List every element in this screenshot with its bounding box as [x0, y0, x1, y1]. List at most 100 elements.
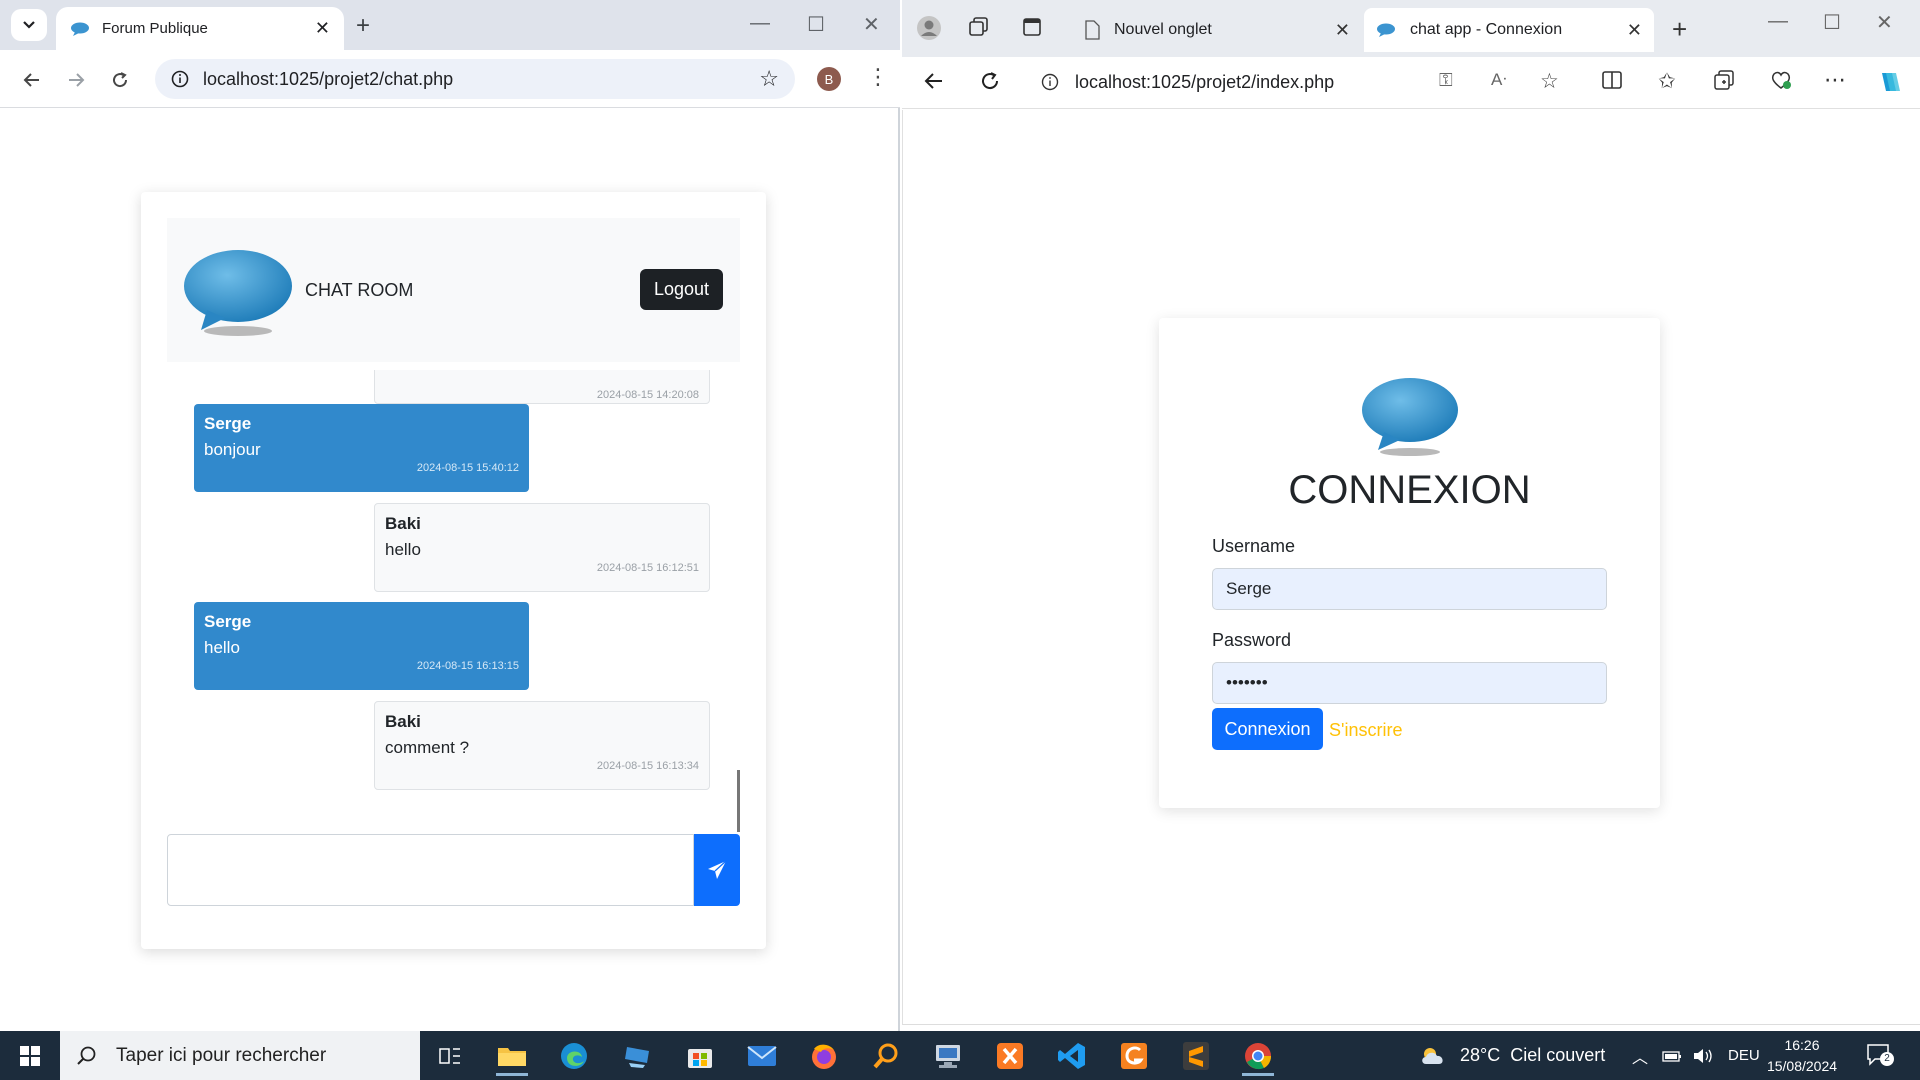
sublime-text-icon[interactable] [1172, 1035, 1220, 1076]
weather-temperature: 28°C [1460, 1045, 1501, 1065]
new-tab-button[interactable]: + [356, 12, 370, 40]
more-options-icon[interactable]: ⋯ [1824, 67, 1846, 93]
chevron-up-icon[interactable]: ︿ [1632, 1044, 1648, 1068]
url-text: localhost:1025/projet2/chat.php [203, 68, 454, 89]
reload-icon [113, 72, 128, 88]
message-text: hello [385, 540, 421, 559]
page-icon [1085, 20, 1100, 40]
password-key-icon[interactable]: ⚿ [1439, 70, 1453, 91]
paper-plane-icon [708, 860, 727, 879]
network-tool-icon[interactable] [924, 1035, 972, 1076]
message-partial: 2024-08-15 14:20:08 [374, 370, 710, 404]
tab-search-button[interactable] [11, 9, 47, 41]
chrome-toolbar: localhost:1025/projet2/chat.php ☆ B ⋮ [0, 50, 900, 108]
vscode-icon[interactable] [1048, 1035, 1096, 1076]
message-text: comment ? [385, 738, 470, 757]
close-tab-icon[interactable]: ✕ [1335, 20, 1350, 41]
remote-desktop-icon[interactable] [614, 1035, 662, 1076]
copilot-icon[interactable] [1876, 69, 1902, 101]
notification-count: 2 [1880, 1052, 1894, 1066]
back-button[interactable] [924, 71, 944, 97]
close-window-button[interactable]: ✕ [863, 12, 880, 37]
weather-widget[interactable]: 28°C Ciel couvert [1418, 1031, 1605, 1080]
arrow-left-icon [924, 73, 942, 89]
reload-button[interactable] [980, 71, 1000, 97]
address-bar[interactable]: localhost:1025/projet2/index.php [1029, 62, 1469, 102]
profile-avatar[interactable]: B [817, 67, 841, 91]
windows-logo-icon [20, 1045, 40, 1066]
message-author: Baki [385, 712, 421, 731]
tab-forum-publique[interactable]: Forum Publique ✕ [56, 7, 344, 50]
connexion-button[interactable]: Connexion [1212, 708, 1323, 750]
collections-icon[interactable] [1714, 70, 1734, 96]
search-placeholder: Taper ici pour rechercher [116, 1044, 327, 1066]
username-field[interactable] [1212, 568, 1607, 610]
password-label: Password [1212, 630, 1292, 650]
clock[interactable]: 16:26 15/08/2024 [1760, 1035, 1844, 1077]
favorites-icon[interactable]: ✩ [1658, 69, 1676, 94]
signup-link[interactable]: S'inscrire [1329, 720, 1402, 741]
minimize-button[interactable]: — [1768, 10, 1788, 33]
xampp-icon[interactable] [986, 1035, 1034, 1076]
taskbar-search[interactable]: Taper ici pour rechercher [60, 1031, 420, 1080]
info-icon[interactable] [1041, 73, 1059, 91]
chat-bubble-icon [1377, 23, 1395, 37]
workspaces-icon[interactable] [968, 16, 990, 44]
message-timestamp: 2024-08-15 15:40:12 [416, 462, 519, 474]
maximize-button[interactable]: ☐ [807, 12, 825, 37]
info-icon[interactable] [171, 70, 189, 88]
chrome-icon[interactable] [1234, 1035, 1282, 1076]
close-window-button[interactable]: ✕ [1876, 10, 1893, 35]
browser-essentials-icon[interactable] [1770, 70, 1792, 96]
message-scrollbar[interactable] [737, 770, 740, 832]
battery-icon[interactable] [1662, 1049, 1682, 1063]
search-app-icon[interactable] [862, 1035, 910, 1076]
php-tool-icon[interactable] [1110, 1035, 1158, 1076]
close-tab-icon[interactable]: ✕ [1627, 20, 1642, 41]
menu-kebab-icon[interactable]: ⋮ [867, 64, 889, 90]
start-button[interactable] [0, 1031, 60, 1080]
message-input[interactable] [167, 834, 694, 906]
message-list[interactable]: 2024-08-15 14:20:08 Serge bonjour 2024-0… [167, 370, 740, 832]
message-timestamp: 2024-08-15 16:13:15 [416, 660, 519, 672]
chrome-window: Forum Publique ✕ + — ☐ ✕ localhost:1025/… [0, 0, 900, 1031]
password-field[interactable] [1212, 662, 1607, 704]
windows-taskbar: Taper ici pour rechercher 28°C Ciel couv… [0, 1031, 1920, 1080]
send-button[interactable] [694, 834, 740, 906]
maximize-button[interactable]: ☐ [1823, 10, 1841, 35]
logout-button[interactable]: Logout [640, 269, 723, 310]
profile-icon[interactable] [917, 16, 941, 46]
arrow-right-icon [69, 73, 85, 87]
notification-center-button[interactable]: 2 [1866, 1043, 1894, 1072]
close-tab-icon[interactable]: ✕ [315, 18, 330, 39]
split-screen-icon[interactable] [1602, 70, 1622, 96]
task-view-icon[interactable] [426, 1035, 474, 1076]
address-bar[interactable]: localhost:1025/projet2/chat.php ☆ [155, 59, 795, 99]
file-explorer-icon[interactable] [488, 1035, 536, 1076]
tab-chat-app-connexion[interactable]: chat app - Connexion ✕ [1364, 8, 1654, 52]
vertical-tabs-icon[interactable] [1022, 17, 1042, 43]
clock-time: 16:26 [1784, 1037, 1820, 1053]
message-item: Baki hello 2024-08-15 16:12:51 [374, 503, 710, 592]
forward-button[interactable] [62, 66, 90, 94]
mail-icon[interactable] [738, 1035, 786, 1076]
bookmark-star-icon[interactable]: ☆ [759, 66, 779, 92]
tab-title: Forum Publique [102, 20, 208, 37]
new-tab-button[interactable]: + [1672, 14, 1687, 45]
edge-window: Nouvel onglet ✕ chat app - Connexion ✕ +… [902, 0, 1920, 1031]
reload-button[interactable] [106, 66, 134, 94]
language-indicator[interactable]: DEU [1728, 1047, 1760, 1064]
url-text: localhost:1025/projet2/index.php [1075, 71, 1335, 92]
tab-nouvel-onglet[interactable]: Nouvel onglet ✕ [1072, 8, 1362, 52]
favorite-star-icon[interactable]: ☆ [1540, 69, 1559, 94]
minimize-button[interactable]: — [750, 12, 770, 35]
chat-room-title: CHAT ROOM [305, 280, 414, 300]
back-button[interactable] [18, 66, 46, 94]
firefox-icon[interactable] [800, 1035, 848, 1076]
volume-icon[interactable] [1692, 1048, 1714, 1064]
edge-icon[interactable] [550, 1035, 598, 1076]
read-aloud-icon[interactable]: Aᐧ [1491, 70, 1507, 90]
message-item: Baki comment ? 2024-08-15 16:13:34 [374, 701, 710, 790]
microsoft-store-icon[interactable] [676, 1035, 724, 1076]
chat-header: CHAT ROOM Logout [167, 218, 740, 362]
